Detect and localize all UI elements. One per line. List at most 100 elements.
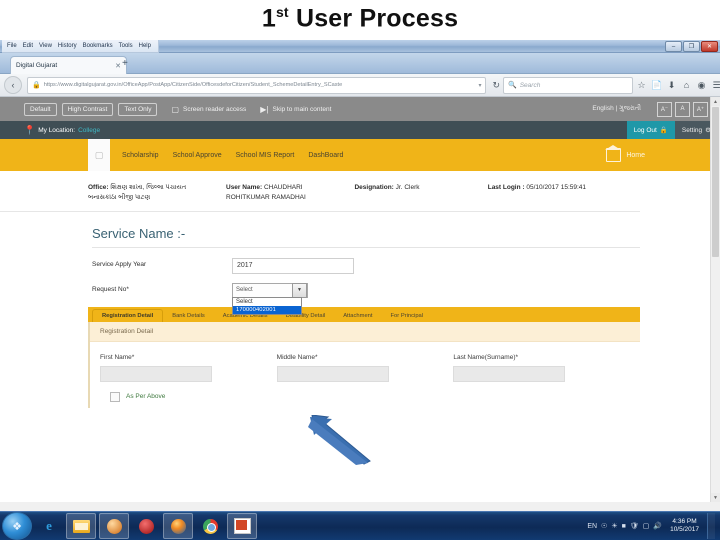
service-apply-year-input[interactable]: 2017 xyxy=(232,257,354,274)
designation-label: Designation: xyxy=(354,184,394,191)
designation-cell: Designation: Jr. Clerk xyxy=(354,183,487,203)
nav-item-school-mis-report[interactable]: School MIS Report xyxy=(236,152,295,159)
nav-item-dashboard[interactable]: DashBoard xyxy=(308,152,343,159)
volume-icon[interactable]: 🔊 xyxy=(653,522,662,530)
menu-tools[interactable]: Tools xyxy=(119,40,133,52)
tab-close-icon[interactable]: ✕ xyxy=(115,62,121,70)
service-apply-year-label: Service Apply Year xyxy=(92,260,147,268)
clock-time: 4:36 PM xyxy=(672,517,697,525)
windows-start-icon[interactable]: ❖ xyxy=(2,512,32,540)
dropdown-option-select[interactable]: Select xyxy=(233,298,301,306)
first-name-input[interactable] xyxy=(100,365,212,382)
chrome-icon[interactable] xyxy=(196,514,224,538)
logout-button[interactable]: Log Out 🔒 xyxy=(626,121,675,139)
powerpoint-icon[interactable] xyxy=(227,513,257,539)
dropdown-option-request-number[interactable]: 170000402001 xyxy=(233,305,301,314)
as-per-above-checkbox[interactable] xyxy=(110,391,120,402)
address-bar[interactable]: 🔒 https://www.digitalgujarat.gov.in/Offi… xyxy=(27,76,487,94)
browser-toolbar-icons: ☆ 📄 ⬇ ⌂ ◉ ☰ xyxy=(636,80,720,91)
default-theme-button[interactable]: Default xyxy=(24,102,57,116)
font-normal-button[interactable]: A xyxy=(675,101,690,117)
internet-explorer-icon[interactable]: e xyxy=(35,514,63,538)
username-cell: User Name: CHAUDHARI ROHITKUMAR RAMADHAI xyxy=(226,183,354,203)
request-no-dropdown-list[interactable]: Select 170000402001 xyxy=(232,296,302,315)
browser-navbar: ‹ 🔒 https://www.digitalgujarat.gov.in/Of… xyxy=(0,74,720,97)
tab-registration-detail[interactable]: Registration Detail xyxy=(92,308,164,322)
new-tab-button[interactable]: + xyxy=(122,59,128,69)
opera-icon[interactable] xyxy=(132,514,160,538)
taskbar-clock[interactable]: 4:36 PM 10/5/2017 xyxy=(670,518,703,534)
registration-detail-panel: Registration Detail First Name* Middle N… xyxy=(88,321,640,408)
skip-arrow-icon: ▶| xyxy=(260,104,269,114)
my-location-value: College xyxy=(78,126,101,134)
nav-item-scholarship[interactable]: Scholarship xyxy=(122,152,159,159)
tab-bank-details[interactable]: Bank Details xyxy=(163,310,214,322)
page-scrollbar[interactable]: ▲ ▼ xyxy=(710,97,720,502)
scroll-up-button[interactable]: ▲ xyxy=(711,97,720,106)
high-contrast-button[interactable]: High Contrast xyxy=(61,102,114,116)
url-text: https://www.digitalgujarat.gov.in/Office… xyxy=(43,82,343,88)
request-no-label: Request No* xyxy=(92,285,129,293)
username-label: User Name: xyxy=(226,184,263,191)
show-desktop-button[interactable] xyxy=(707,513,715,539)
last-name-input[interactable] xyxy=(453,365,566,382)
screen-reader-access-link[interactable]: ▢ Screen reader access xyxy=(171,105,246,114)
page-title: 1st User Process xyxy=(0,4,720,33)
action-center-icon[interactable]: ☉ xyxy=(601,522,607,530)
language-switcher[interactable]: English | ગુજરાતી xyxy=(592,105,641,113)
site-logo: ▢ xyxy=(88,139,110,171)
bookmark-star-icon[interactable]: ☆ xyxy=(636,80,647,91)
chevron-down-icon[interactable]: ▾ xyxy=(478,82,481,89)
downloads-icon[interactable]: ⬇ xyxy=(666,80,677,91)
language-indicator[interactable]: EN xyxy=(587,523,597,530)
last-name-group: Last Name(Surname)* xyxy=(453,354,630,382)
firefox-icon[interactable] xyxy=(163,513,193,539)
menu-edit[interactable]: Edit xyxy=(23,40,33,52)
accessibility-bar: Default High Contrast Text Only ▢ Screen… xyxy=(0,97,720,121)
close-button[interactable]: ✕ xyxy=(701,41,718,52)
home-label: Home xyxy=(626,151,645,159)
request-no-selected-value: Select xyxy=(236,287,253,293)
first-name-group: First Name* xyxy=(100,354,277,382)
font-decrease-button[interactable]: A⁻ xyxy=(657,101,672,117)
nav-items: Scholarship School Approve School MIS Re… xyxy=(122,152,343,159)
text-only-button[interactable]: Text Only xyxy=(118,102,158,116)
menu-hamburger-icon[interactable]: ☰ xyxy=(711,80,720,91)
minimize-button[interactable]: – xyxy=(665,41,682,52)
network-icon[interactable]: ☀ xyxy=(611,522,617,530)
file-explorer-icon[interactable] xyxy=(66,513,96,539)
home-link[interactable]: Home xyxy=(605,145,645,162)
maximize-button[interactable]: ❐ xyxy=(683,41,700,52)
shield-icon[interactable]: 🛡 xyxy=(630,522,639,530)
scroll-down-button[interactable]: ▼ xyxy=(711,493,720,502)
menu-view[interactable]: View xyxy=(39,40,52,52)
middle-name-input[interactable] xyxy=(276,365,389,382)
menu-items[interactable]: File Edit View History Bookmarks Tools H… xyxy=(2,40,159,53)
reload-icon[interactable]: ↻ xyxy=(492,80,500,91)
sync-icon[interactable]: ◉ xyxy=(696,80,707,91)
menu-bookmarks[interactable]: Bookmarks xyxy=(83,40,113,52)
orange-app-icon[interactable] xyxy=(99,513,129,539)
skip-to-main-content-link[interactable]: ▶| Skip to main content xyxy=(260,105,331,114)
menu-help[interactable]: Help xyxy=(139,40,151,52)
lock-icon: 🔒 xyxy=(659,127,668,134)
save-page-icon[interactable]: 📄 xyxy=(651,80,662,91)
back-button[interactable]: ‹ xyxy=(4,76,22,94)
request-no-select[interactable]: Select ▼ xyxy=(232,282,308,298)
windows-taskbar: ❖ e EN ☉ ☀ ■ 🛡 ▢ 🔊 4:36 PM 10/5/2017 xyxy=(0,511,720,540)
home-icon[interactable]: ⌂ xyxy=(681,80,692,90)
lock-icon: 🔒 xyxy=(32,82,41,89)
chevron-down-icon[interactable]: ▼ xyxy=(292,282,307,298)
menu-history[interactable]: History xyxy=(58,40,77,52)
search-input[interactable]: 🔍 Search xyxy=(503,76,633,94)
page-viewport: Default High Contrast Text Only ▢ Screen… xyxy=(0,97,720,502)
tab-digital-gujarat[interactable]: Digital Gujarat ✕ xyxy=(10,56,127,74)
tab-for-principal[interactable]: For Principal xyxy=(382,310,433,322)
scrollbar-thumb[interactable] xyxy=(712,107,719,257)
menu-file[interactable]: File xyxy=(7,40,17,52)
updates-icon[interactable]: ▢ xyxy=(643,522,650,530)
nav-item-school-approve[interactable]: School Approve xyxy=(173,152,222,159)
font-increase-button[interactable]: A⁺ xyxy=(693,101,708,117)
antivirus-icon[interactable]: ■ xyxy=(622,523,626,530)
tab-attachment[interactable]: Attachment xyxy=(334,310,381,322)
